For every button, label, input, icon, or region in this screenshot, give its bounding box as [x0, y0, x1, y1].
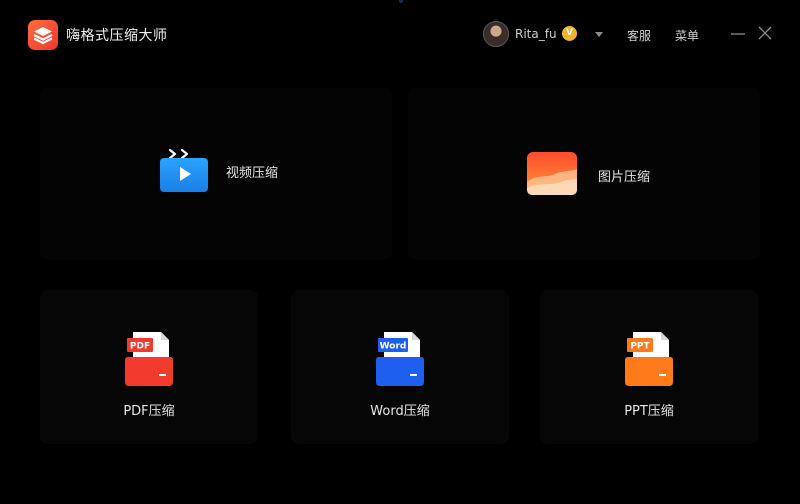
ppt-compress-card[interactable]: PPT PPT压缩 [540, 290, 758, 444]
title-bar: 嗨格式压缩大师 Rita_fu V 客服 菜单 [0, 0, 800, 70]
ppt-compress-label: PPT压缩 [624, 404, 674, 419]
pdf-compress-card[interactable]: PDF PDF压缩 [40, 290, 258, 444]
username[interactable]: Rita_fu [515, 27, 557, 41]
minimize-button[interactable] [729, 24, 747, 42]
ppt-tag-text: PPT [630, 342, 650, 352]
ppt-file-icon: PPT [625, 332, 673, 386]
word-compress-label: Word压缩 [370, 404, 430, 419]
video-compress-label: 视频压缩 [226, 166, 279, 181]
chevron-down-icon[interactable] [595, 32, 603, 37]
app-window: 嗨格式压缩大师 Rita_fu V 客服 菜单 视频压缩 图片压缩 PDF PD… [0, 0, 800, 504]
close-icon [758, 26, 772, 40]
close-button[interactable] [756, 24, 774, 42]
user-avatar[interactable] [483, 21, 509, 47]
word-tag-text: Word [380, 342, 407, 352]
vip-badge: V [562, 26, 577, 41]
app-title: 嗨格式压缩大师 [66, 28, 168, 44]
video-play-icon [160, 148, 208, 192]
word-file-icon: Word [376, 332, 424, 386]
customer-service-link[interactable]: 客服 [627, 27, 651, 44]
minimize-icon [731, 33, 745, 35]
pdf-tag-text: PDF [130, 342, 150, 352]
image-landscape-icon [527, 152, 577, 195]
menu-link[interactable]: 菜单 [675, 27, 699, 44]
pdf-file-icon: PDF [125, 332, 173, 386]
word-compress-card[interactable]: Word Word压缩 [291, 290, 509, 444]
video-compress-card[interactable]: 视频压缩 [40, 88, 392, 260]
pdf-compress-label: PDF压缩 [123, 404, 175, 419]
image-compress-label: 图片压缩 [598, 170, 651, 185]
image-compress-card[interactable]: 图片压缩 [408, 88, 760, 260]
app-logo-icon [28, 20, 58, 50]
